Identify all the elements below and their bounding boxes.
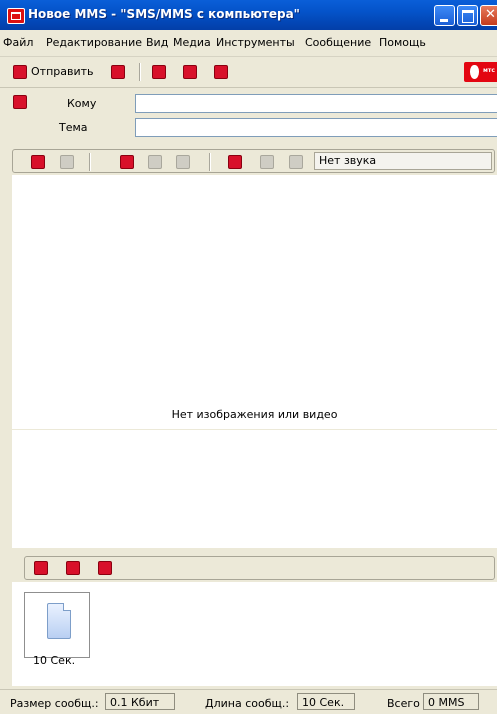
video-icon[interactable] bbox=[176, 155, 190, 169]
envelope-icon[interactable] bbox=[183, 65, 197, 79]
send-button[interactable]: Отправить bbox=[31, 65, 94, 78]
title-bar[interactable]: Новое MMS - "SMS/MMS с компьютера" bbox=[0, 0, 497, 30]
toolbar-separator bbox=[139, 63, 141, 81]
insert-video-icon[interactable] bbox=[120, 155, 134, 169]
add-slide-icon[interactable] bbox=[34, 561, 48, 575]
to-field[interactable] bbox=[135, 94, 497, 113]
attach-icon[interactable] bbox=[152, 65, 166, 79]
to-label: Кому bbox=[67, 97, 97, 110]
size-value: 0.1 Кбит bbox=[105, 693, 175, 710]
send-icon[interactable] bbox=[13, 65, 27, 79]
slide-thumbnail[interactable] bbox=[24, 592, 90, 658]
media-area[interactable]: Нет изображения или видео bbox=[12, 175, 497, 548]
no-image-placeholder: Нет изображения или видео bbox=[171, 408, 338, 421]
window-title: Новое MMS - "SMS/MMS с компьютера" bbox=[28, 7, 300, 21]
remove-video-icon[interactable] bbox=[148, 155, 162, 169]
slide-duration: 10 Сек. bbox=[33, 654, 76, 667]
menu-view[interactable]: Вид bbox=[146, 36, 168, 49]
subject-label: Тема bbox=[59, 121, 88, 134]
sound-icon[interactable] bbox=[289, 155, 303, 169]
save-icon[interactable] bbox=[111, 65, 125, 79]
total-label: Всего bbox=[387, 697, 420, 710]
sound-selector[interactable]: Нет звука bbox=[314, 152, 492, 170]
document-icon bbox=[47, 603, 71, 639]
slides-panel: 10 Сек. bbox=[12, 582, 497, 686]
insert-sound-icon[interactable] bbox=[228, 155, 242, 169]
total-value: 0 MMS bbox=[423, 693, 479, 710]
menu-file[interactable]: Файл bbox=[3, 36, 33, 49]
status-bar: Размер сообщ.: 0.1 Кбит Длина сообщ.: 10… bbox=[0, 689, 497, 714]
contacts-icon[interactable] bbox=[13, 95, 27, 109]
remove-sound-icon[interactable] bbox=[260, 155, 274, 169]
delete-slide-icon[interactable] bbox=[66, 561, 80, 575]
menu-media[interactable]: Медиа bbox=[173, 36, 211, 49]
slides-toolbar bbox=[24, 556, 495, 580]
mms-app-icon[interactable] bbox=[7, 8, 25, 24]
subject-field[interactable] bbox=[135, 118, 497, 137]
length-label: Длина сообщ.: bbox=[205, 697, 290, 710]
toolbar-separator bbox=[89, 153, 91, 171]
menu-edit[interactable]: Редактирование bbox=[46, 36, 142, 49]
remove-image-icon[interactable] bbox=[60, 155, 74, 169]
minimize-button[interactable] bbox=[434, 5, 455, 26]
insert-image-icon[interactable] bbox=[31, 155, 45, 169]
maximize-button[interactable] bbox=[457, 5, 478, 26]
close-button[interactable] bbox=[480, 5, 497, 26]
toolbar-separator bbox=[209, 153, 211, 171]
menu-help[interactable]: Помощь bbox=[379, 36, 426, 49]
menu-message[interactable]: Сообщение bbox=[305, 36, 371, 49]
mts-logo: мтс bbox=[464, 62, 497, 82]
length-value: 10 Сек. bbox=[297, 693, 355, 710]
slide-settings-icon[interactable] bbox=[98, 561, 112, 575]
menu-bar: Файл Редактирование Вид Медиа Инструмент… bbox=[0, 30, 497, 57]
size-label: Размер сообщ.: bbox=[10, 697, 99, 710]
text-area-divider bbox=[12, 429, 497, 430]
menu-tools[interactable]: Инструменты bbox=[216, 36, 295, 49]
settings-icon[interactable] bbox=[214, 65, 228, 79]
